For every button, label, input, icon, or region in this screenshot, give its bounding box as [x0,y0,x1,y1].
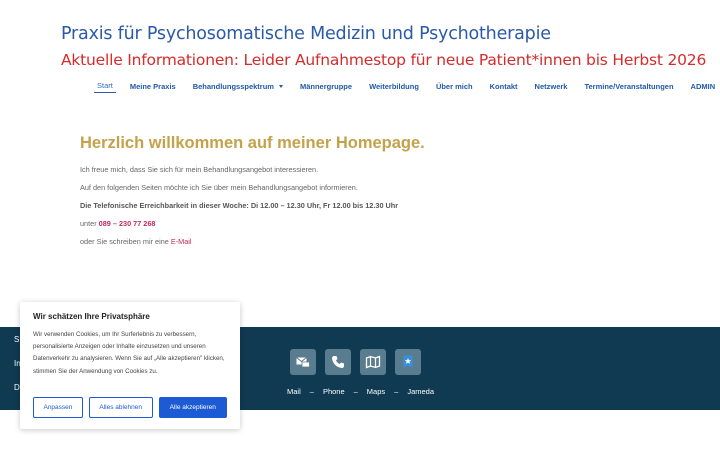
mail-icon[interactable] [290,349,316,375]
email-link[interactable]: E-Mail [171,237,192,246]
info-text: Auf den folgenden Seiten möchte ich Sie … [80,183,358,192]
separator: – [309,387,314,396]
main-nav: Start Meine Praxis Behandlungsspektrum M… [94,78,720,94]
intro-text: Ich freue mich, dass Sie sich für mein B… [80,165,319,174]
site-title[interactable]: Praxis für Psychosomatische Medizin und … [61,24,551,44]
cookie-title: Wir schätzen Ihre Privatsphäre [33,312,150,321]
separator: – [353,387,358,396]
nav-item-label: Männergruppe [299,81,353,91]
nav-item-label: Behandlungsspektrum [192,81,274,91]
nav-item-label: Meine Praxis [129,81,176,91]
cookie-buttons: Anpassen Alles ablehnen Alle akzeptieren [33,397,227,418]
nav-item-label: Weiterbildung [369,81,419,91]
jameda-icon[interactable] [395,349,421,375]
site-notice: Aktuelle Informationen: Leider Aufnahmes… [61,51,707,69]
availability-text: Die Telefonische Erreichbarkeit in diese… [80,201,399,210]
mail-prefix: oder Sie schreiben mir eine [80,237,169,246]
nav-item-meine-praxis[interactable]: Meine Praxis [127,80,179,93]
phone-line: unter 089 – 230 77 268 [80,219,500,229]
footer-phone-link[interactable]: Phone [323,387,345,396]
nav-item-label: Über mich [435,81,473,91]
nav-item-label: Start [97,81,113,90]
reject-all-button[interactable]: Alles ablehnen [88,397,153,418]
nav-item-label: Kontakt [489,81,518,91]
nav-item-termine[interactable]: Termine/Veranstaltungen [581,80,676,93]
page-heading: Herzlich willkommen auf meiner Homepage. [80,134,425,152]
cookie-banner: Wir schätzen Ihre Privatsphäre Wir verwe… [20,302,240,429]
nav-item-netzwerk[interactable]: Netzwerk [532,80,571,93]
accept-all-button[interactable]: Alle akzeptieren [158,397,227,418]
nav-item-kontakt[interactable]: Kontakt [487,80,521,93]
nav-item-ueber-mich[interactable]: Über mich [433,80,476,93]
phone-icon[interactable] [325,349,351,375]
nav-item-label: ADMIN [690,81,716,91]
cookie-text: Wir verwenden Cookies, um Ihr Surferlebn… [33,331,225,375]
footer-icons [290,349,430,375]
nav-item-label: Termine/Veranstaltungen [584,81,674,91]
nav-item-weiterbildung[interactable]: Weiterbildung [366,80,422,93]
nav-item-admin[interactable]: ADMIN [688,80,719,93]
footer-mail-link[interactable]: Mail [287,387,301,396]
mail-line: oder Sie schreiben mir eine E-Mail [80,237,500,247]
nav-item-start[interactable]: Start [94,79,116,93]
chevron-down-icon [278,84,283,88]
nav-item-maennergruppe[interactable]: Männergruppe [297,80,355,93]
nav-item-label: Netzwerk [534,81,568,91]
map-icon[interactable] [360,349,386,375]
footer-jameda-link[interactable]: Jameda [407,387,434,396]
nav-item-behandlungsspektrum[interactable]: Behandlungsspektrum [190,80,286,93]
phone-link[interactable]: 089 – 230 77 268 [99,219,156,228]
separator: – [394,387,399,396]
main-content: Herzlich willkommen auf meiner Homepage.… [80,134,500,255]
phone-prefix: unter [80,219,97,228]
page: Praxis für Psychosomatische Medizin und … [0,0,720,450]
footer-links: Mail – Phone – Maps – Jameda [287,387,434,396]
footer-maps-link[interactable]: Maps [367,387,385,396]
customize-button[interactable]: Anpassen [33,397,83,418]
